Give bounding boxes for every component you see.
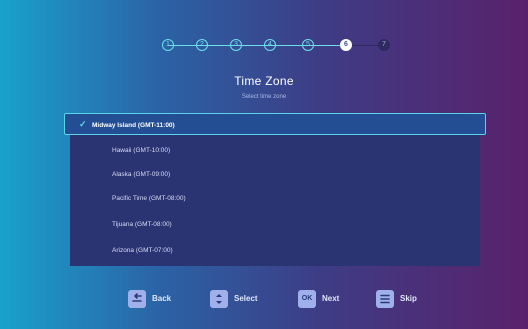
timezone-label: Tijuana (GMT-08:00) (112, 221, 172, 228)
select-label: Select (234, 294, 258, 303)
timezone-label: Hawaii (GMT-10:00) (112, 147, 171, 154)
timezone-option-selected[interactable]: ✓ Midway Island (GMT-11:00) (64, 113, 486, 135)
next-label: Next (322, 294, 340, 303)
skip-label: Skip (400, 294, 417, 303)
back-button[interactable]: Back (128, 290, 188, 310)
timezone-label: Alaska (GMT-09:00) (112, 171, 171, 178)
timezone-option[interactable]: Arizona (GMT-07:00) (70, 239, 480, 262)
controls-bar: Back Select OK Next Skip (0, 290, 528, 310)
step-3: 3 (230, 39, 242, 51)
step-6-current: 6 (340, 39, 352, 51)
timezone-label: Arizona (GMT-07:00) (112, 247, 173, 254)
page-title: Time Zone (234, 74, 294, 88)
page-subtitle: Select time zone (241, 94, 287, 100)
back-label: Back (152, 294, 172, 303)
timezone-label: Pacific Time (GMT-08:00) (112, 195, 186, 202)
step-2: 2 (196, 39, 208, 51)
checkmark-icon: ✓ (79, 119, 87, 129)
step-5: 5 (302, 39, 314, 51)
timezone-label: Midway Island (GMT-11:00) (92, 122, 175, 129)
ok-glyph: OK (301, 295, 313, 302)
step-7: 7 (378, 39, 390, 51)
select-button[interactable]: Select (210, 290, 280, 310)
step-1: 1 (162, 39, 174, 51)
back-arrow-icon (128, 290, 146, 308)
timezone-option[interactable]: Alaska (GMT-09:00) (70, 163, 480, 186)
ok-icon: OK (298, 290, 316, 308)
timezone-option[interactable]: Pacific Time (GMT-08:00) (70, 187, 480, 210)
timezone-list[interactable]: ✓ Midway Island (GMT-11:00) Hawaii (GMT-… (64, 113, 486, 266)
up-down-arrows-icon (210, 290, 228, 308)
step-4: 4 (264, 39, 276, 51)
timezone-option[interactable]: Tijuana (GMT-08:00) (70, 213, 480, 236)
menu-lines-icon (376, 290, 394, 308)
next-button[interactable]: OK Next (298, 290, 362, 310)
skip-button[interactable]: Skip (376, 290, 432, 310)
wizard-progress: 1 2 3 4 5 6 7 (0, 36, 528, 56)
timezone-option[interactable]: Hawaii (GMT-10:00) (70, 139, 480, 162)
